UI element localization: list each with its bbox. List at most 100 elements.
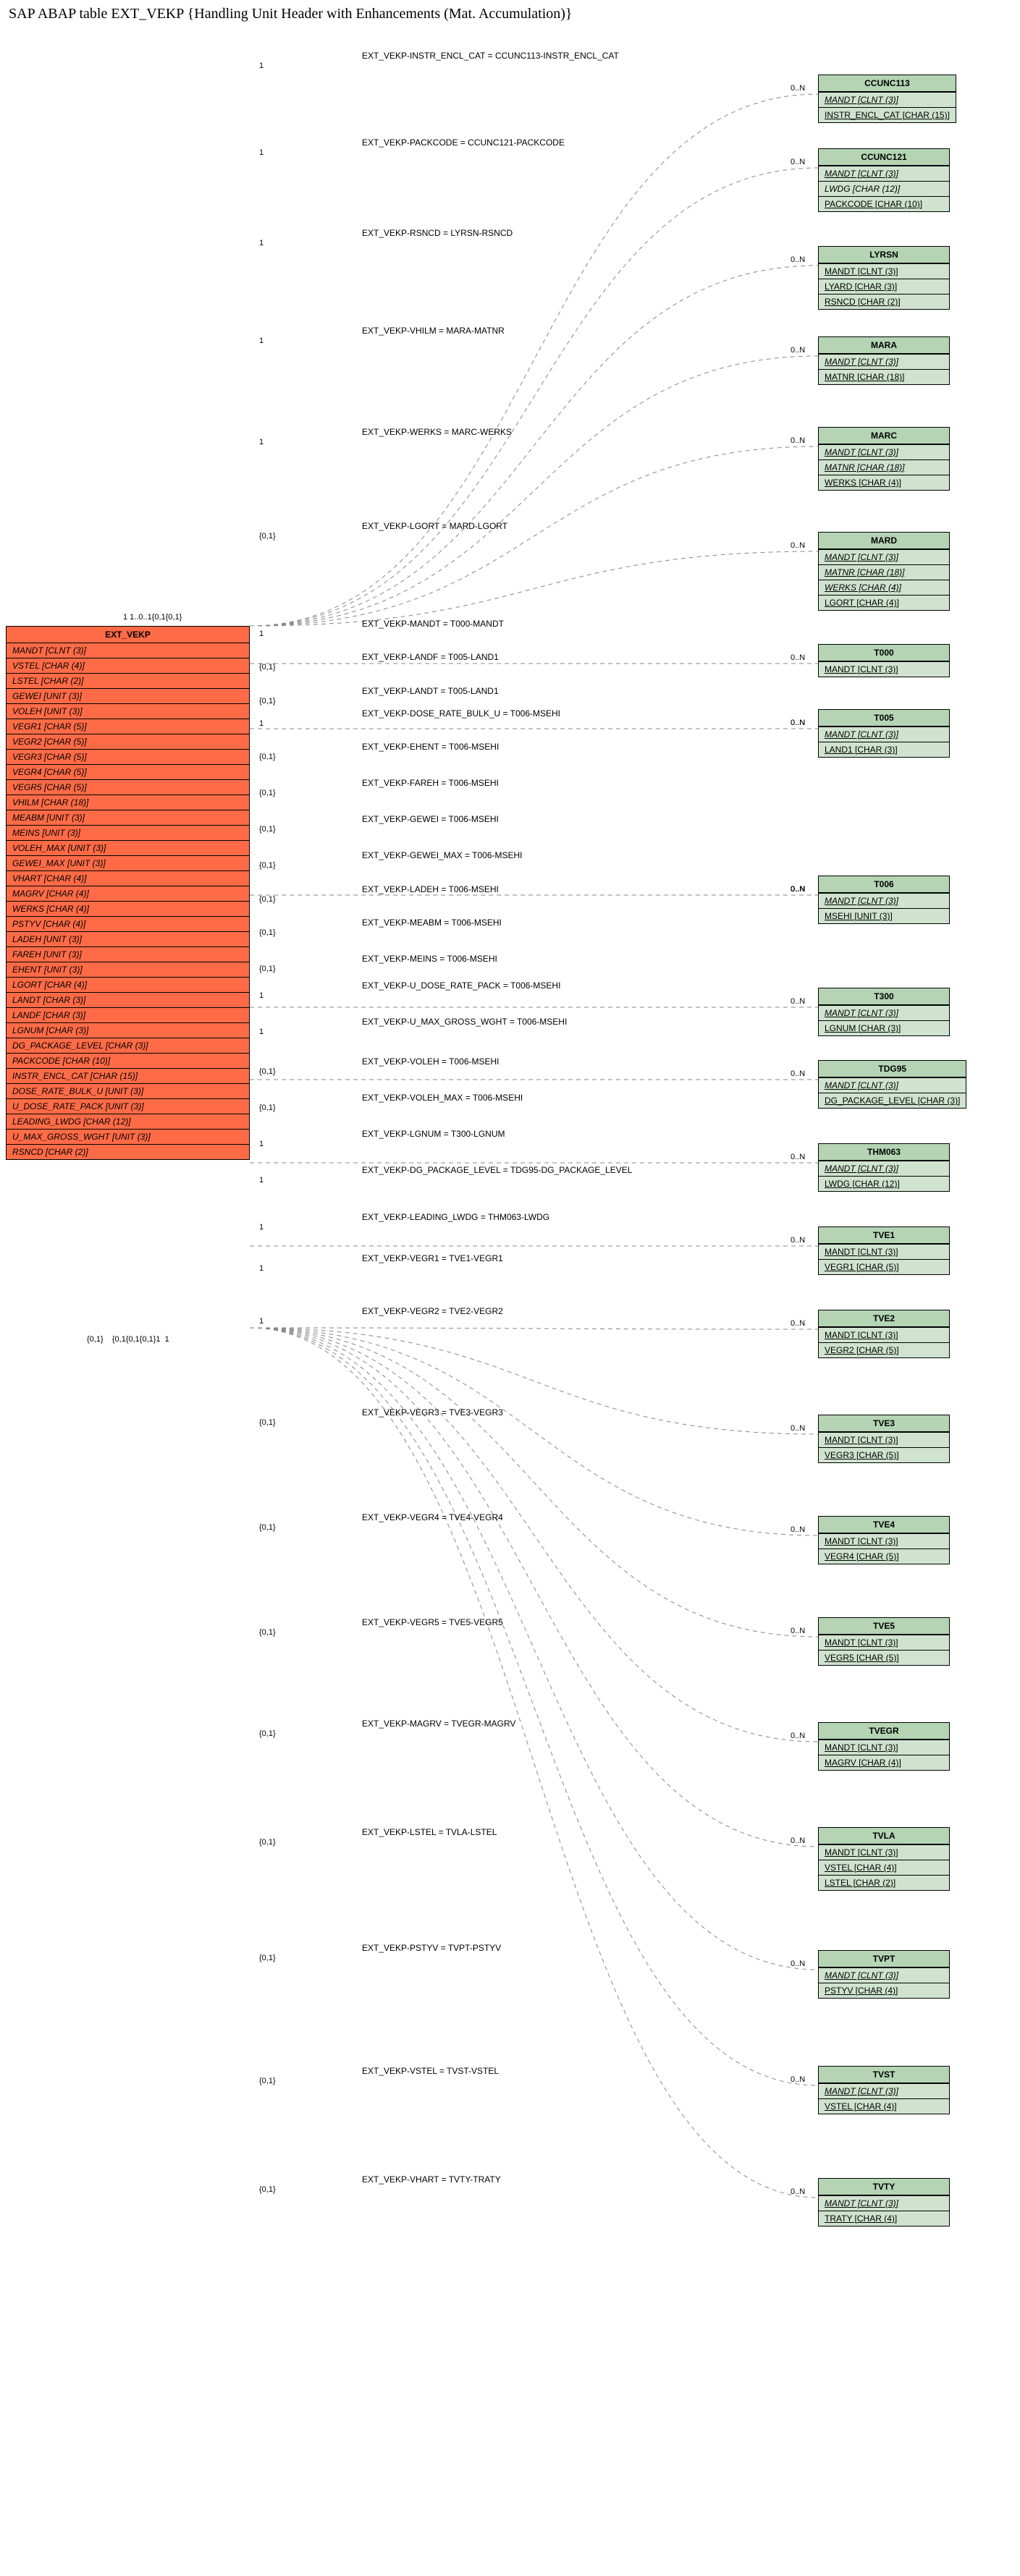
cardinality-left: 1 [259,630,264,638]
entity-field: MEINS [UNIT (3)] [7,825,249,840]
cardinality-right: 0..N [791,84,805,93]
relationship-label: EXT_VEKP-DOSE_RATE_BULK_U = T006-MSEHI [362,708,560,719]
entity-lyrsn: LYRSNMANDT [CLNT (3)]LYARD [CHAR (3)]RSN… [818,246,950,310]
relationship-label: EXT_VEKP-VSTEL = TVST-VSTEL [362,2066,499,2076]
entity-field: LEADING_LWDG [CHAR (12)] [7,1114,249,1129]
relationship-label: EXT_VEKP-MAGRV = TVEGR-MAGRV [362,1719,515,1729]
entity-field: MAGRV [CHAR (4)] [819,1755,949,1770]
entity-field: MANDT [CLNT (3)] [819,1967,949,1983]
cardinality-right: 0..N [791,158,805,166]
cardinality-left: 1 [259,719,264,728]
relationship-label: EXT_VEKP-VHART = TVTY-TRATY [362,2174,501,2185]
entity-field: MANDT [CLNT (3)] [819,263,949,279]
cardinality-left: {0,1} [259,861,276,870]
relationship-label: EXT_VEKP-LANDT = T005-LAND1 [362,686,499,696]
relationship-label: EXT_VEKP-VEGR3 = TVE3-VEGR3 [362,1407,503,1418]
entity-field: VSTEL [CHAR (4)] [7,658,249,673]
cardinality-left: {0,1} [259,2077,276,2085]
entity-field: MANDT [CLNT (3)] [819,166,949,181]
entity-field: LAND1 [CHAR (3)] [819,742,949,757]
entity-marc: MARCMANDT [CLNT (3)]MATNR [CHAR (18)]WER… [818,427,950,491]
entity-field: LGORT [CHAR (4)] [819,595,949,610]
entity-field: VSTEL [CHAR (4)] [819,2098,949,2114]
entity-tve1: TVE1MANDT [CLNT (3)]VEGR1 [CHAR (5)] [818,1226,950,1275]
entity-field: MANDT [CLNT (3)] [819,661,949,677]
entity-tvpt: TVPTMANDT [CLNT (3)]PSTYV [CHAR (4)] [818,1950,950,1999]
entity-field: VEGR4 [CHAR (5)] [819,1548,949,1564]
entity-field: WERKS [CHAR (4)] [7,901,249,916]
entity-header: T006 [819,876,949,893]
entity-header: TVST [819,2067,949,2083]
entity-mara: MARAMANDT [CLNT (3)]MATNR [CHAR (18)] [818,336,950,385]
entity-field: DOSE_RATE_BULK_U [UNIT (3)] [7,1083,249,1098]
entity-field: GEWEI_MAX [UNIT (3)] [7,855,249,870]
cardinality-right: 0..N [791,1236,805,1245]
entity-field: RSNCD [CHAR (2)] [819,294,949,309]
entity-field: MANDT [CLNT (3)] [819,354,949,369]
cardinality-left: {0,1} [259,1103,276,1112]
relationship-label: EXT_VEKP-U_DOSE_RATE_PACK = T006-MSEHI [362,980,560,991]
cardinality-left: {0,1} [259,663,276,671]
entity-field: MANDT [CLNT (3)] [819,1244,949,1259]
cardinality-left: {0,1} [259,1523,276,1532]
relationship-label: EXT_VEKP-WERKS = MARC-WERKS [362,427,512,437]
entity-field: LANDT [CHAR (3)] [7,992,249,1007]
entity-field: MANDT [CLNT (3)] [7,643,249,658]
cardinality-right: 0..N [791,1732,805,1740]
entity-field: MANDT [CLNT (3)] [819,2195,949,2211]
relationship-label: EXT_VEKP-VEGR4 = TVE4-VEGR4 [362,1512,503,1522]
entity-field: VEGR2 [CHAR (5)] [819,1342,949,1357]
entity-field: MANDT [CLNT (3)] [819,1844,949,1860]
entity-header: TVLA [819,1828,949,1844]
entity-header: TVE5 [819,1618,949,1635]
cardinality-cluster-top: 1 1..0..1{0,1{0,1} [123,613,182,622]
cardinality-right: 0..N [791,1836,805,1845]
relationship-label: EXT_VEKP-LANDF = T005-LAND1 [362,652,499,662]
entity-field: MANDT [CLNT (3)] [819,1005,949,1020]
relationship-label: EXT_VEKP-INSTR_ENCL_CAT = CCUNC113-INSTR… [362,51,619,61]
entity-field: LWDG [CHAR (12)] [819,181,949,196]
cardinality-left: 1 [259,1317,264,1326]
entity-field: INSTR_ENCL_CAT [CHAR (15)] [819,107,956,122]
entity-field: VEGR3 [CHAR (5)] [7,749,249,764]
relationship-label: EXT_VEKP-VOLEH = T006-MSEHI [362,1056,500,1067]
cardinality-left: 1 [259,62,264,70]
entity-field: LYARD [CHAR (3)] [819,279,949,294]
entity-field: PSTYV [CHAR (4)] [819,1983,949,1998]
entity-field: VEGR5 [CHAR (5)] [819,1650,949,1665]
entity-header: T000 [819,645,949,661]
relationship-label: EXT_VEKP-LEADING_LWDG = THM063-LWDG [362,1212,549,1222]
relationship-label: EXT_VEKP-MEINS = T006-MSEHI [362,954,497,964]
cardinality-right: 0..N [791,1424,805,1433]
entity-field: MAGRV [CHAR (4)] [7,886,249,901]
cardinality-right: 0..N [791,885,805,894]
cardinality-right: 0..N [791,1319,805,1328]
relationship-label: EXT_VEKP-MANDT = T000-MANDT [362,619,504,629]
entity-tve5: TVE5MANDT [CLNT (3)]VEGR5 [CHAR (5)] [818,1617,950,1666]
entity-mard: MARDMANDT [CLNT (3)]MATNR [CHAR (18)]WER… [818,532,950,611]
entity-header: TVE3 [819,1415,949,1432]
entity-field: VEGR1 [CHAR (5)] [819,1259,949,1274]
cardinality-left: {0,1} [259,965,276,973]
entity-field: VEGR3 [CHAR (5)] [819,1447,949,1462]
entity-tve3: TVE3MANDT [CLNT (3)]VEGR3 [CHAR (5)] [818,1415,950,1463]
entity-field: LGNUM [CHAR (3)] [819,1020,949,1035]
entity-field: MANDT [CLNT (3)] [819,1161,949,1176]
cardinality-left: 1 [259,1264,264,1273]
cardinality-cluster-bottom: {0,1} {0,1{0,1{0,1}1 1 [87,1335,169,1344]
entity-t005: T005MANDT [CLNT (3)]LAND1 [CHAR (3)] [818,709,950,758]
entity-header: TVPT [819,1951,949,1967]
entity-field: PSTYV [CHAR (4)] [7,916,249,931]
entity-field: RSNCD [CHAR (2)] [7,1144,249,1159]
entity-header: MARD [819,533,949,549]
cardinality-left: {0,1} [259,789,276,797]
entity-header: TDG95 [819,1061,966,1077]
cardinality-right: 0..N [791,653,805,662]
cardinality-right: 0..N [791,541,805,550]
entity-field: MANDT [CLNT (3)] [819,549,949,564]
entity-thm063: THM063MANDT [CLNT (3)]LWDG [CHAR (12)] [818,1143,950,1192]
entity-field: INSTR_ENCL_CAT [CHAR (15)] [7,1068,249,1083]
entity-ext-vekp: EXT_VEKP MANDT [CLNT (3)]VSTEL [CHAR (4)… [6,626,250,1160]
entity-field: MATNR [CHAR (18)] [819,369,949,384]
entity-field: MANDT [CLNT (3)] [819,1740,949,1755]
